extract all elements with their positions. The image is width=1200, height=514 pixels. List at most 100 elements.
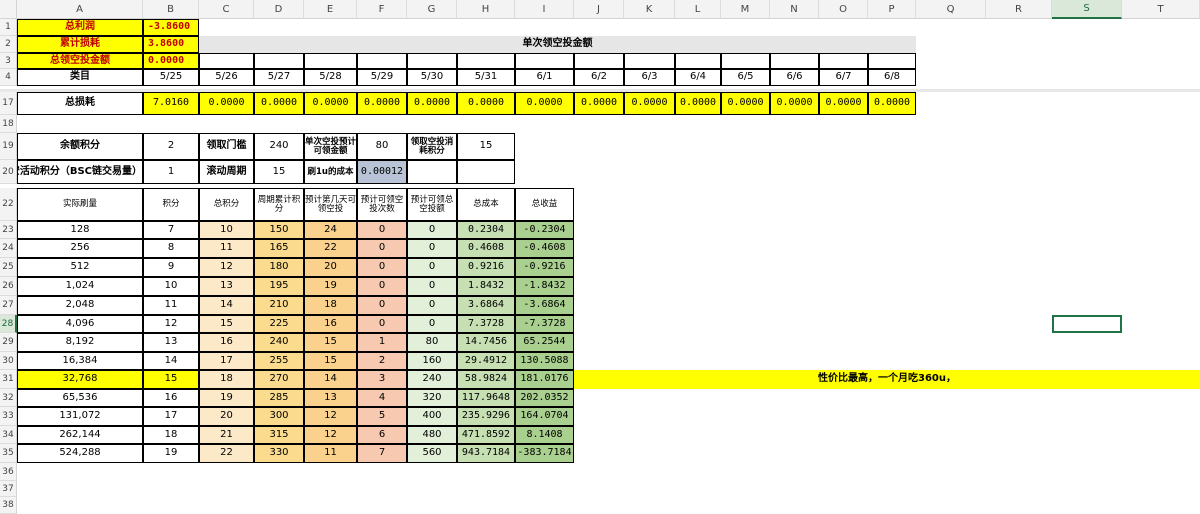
table-cell[interactable]: -3.6864 (515, 296, 574, 315)
claim-cost-points-value[interactable]: 15 (457, 133, 515, 160)
airdrop-cell[interactable] (199, 53, 254, 69)
column-header-e[interactable]: E (304, 0, 357, 19)
column-header-f[interactable]: F (357, 0, 407, 19)
total-loss-value[interactable]: 0.0000 (254, 92, 304, 115)
active-cell-cursor[interactable] (1052, 315, 1122, 333)
table-cell[interactable]: 15 (304, 352, 357, 370)
row-header-19[interactable]: 19 (0, 133, 17, 160)
table-cell[interactable]: 20 (304, 258, 357, 277)
airdrop-cell[interactable] (868, 53, 916, 69)
column-header-b[interactable]: B (143, 0, 199, 19)
row-header-20[interactable]: 20 (0, 160, 17, 184)
table-cell[interactable]: 150 (254, 221, 304, 239)
table-cell[interactable]: 0 (357, 296, 407, 315)
empty-cell[interactable] (407, 160, 457, 184)
select-all-corner[interactable] (0, 0, 17, 19)
table-cell[interactable]: 0 (357, 315, 407, 333)
total-loss-value[interactable]: 0.0000 (407, 92, 457, 115)
table-cell[interactable]: 4 (357, 389, 407, 407)
table-cell[interactable]: 65,536 (17, 389, 143, 407)
row-header-22[interactable]: 22 (0, 188, 17, 221)
balance-points-value[interactable]: 2 (143, 133, 199, 160)
total-loss-value[interactable]: 0.0000 (868, 92, 916, 115)
table-cell[interactable]: 21 (199, 426, 254, 444)
table-cell[interactable]: 1.8432 (457, 277, 515, 296)
total-loss-value[interactable]: 0.0000 (770, 92, 819, 115)
table-cell[interactable]: 58.9824 (457, 370, 515, 389)
total-loss-value[interactable]: 0.0000 (304, 92, 357, 115)
column-header-t[interactable]: T (1122, 0, 1200, 19)
total-loss-value[interactable]: 7.0160 (143, 92, 199, 115)
column-header-a[interactable]: A (17, 0, 143, 19)
total-loss-value[interactable]: 0.0000 (457, 92, 515, 115)
table-cell[interactable]: 285 (254, 389, 304, 407)
airdrop-cell[interactable] (407, 53, 457, 69)
table-cell[interactable]: 128 (17, 221, 143, 239)
table-cell[interactable]: 11 (199, 239, 254, 258)
table-cell[interactable]: 7 (357, 444, 407, 463)
row-header-34[interactable]: 34 (0, 426, 17, 444)
table-cell[interactable]: 12 (199, 258, 254, 277)
table-cell[interactable]: 560 (407, 444, 457, 463)
airdrop-cell[interactable] (770, 53, 819, 69)
table-cell[interactable]: 22 (304, 239, 357, 258)
table-cell[interactable]: 480 (407, 426, 457, 444)
table-cell[interactable]: 7 (143, 221, 199, 239)
rolling-period-value[interactable]: 15 (254, 160, 304, 184)
table-cell[interactable]: 512 (17, 258, 143, 277)
column-header-l[interactable]: L (675, 0, 721, 19)
table-cell[interactable]: 19 (304, 277, 357, 296)
table-cell[interactable]: 17 (199, 352, 254, 370)
table-cell[interactable]: 14 (304, 370, 357, 389)
table-cell[interactable]: 0.2304 (457, 221, 515, 239)
table-cell[interactable]: 256 (17, 239, 143, 258)
total-loss-value[interactable]: 0.0000 (199, 92, 254, 115)
table-cell[interactable]: 1 (357, 333, 407, 352)
table-cell[interactable]: 255 (254, 352, 304, 370)
table-cell[interactable]: 18 (304, 296, 357, 315)
table-cell[interactable]: 8,192 (17, 333, 143, 352)
row-header-17[interactable]: 17 (0, 92, 17, 115)
table-cell[interactable]: -383.7184 (515, 444, 574, 463)
table-cell[interactable]: 3.6864 (457, 296, 515, 315)
column-header-p[interactable]: P (868, 0, 916, 19)
table-cell[interactable]: 8 (143, 239, 199, 258)
row-header-3[interactable]: 3 (0, 53, 17, 69)
table-cell[interactable]: 10 (143, 277, 199, 296)
column-header-o[interactable]: O (819, 0, 868, 19)
table-cell[interactable]: 13 (304, 389, 357, 407)
table-cell[interactable]: 11 (143, 296, 199, 315)
table-cell[interactable]: 19 (143, 444, 199, 463)
total-loss-value[interactable]: 0.0000 (515, 92, 574, 115)
table-cell[interactable]: 160 (407, 352, 457, 370)
table-cell[interactable]: 181.0176 (515, 370, 574, 389)
table-cell[interactable]: -1.8432 (515, 277, 574, 296)
airdrop-cell[interactable] (254, 53, 304, 69)
column-header-c[interactable]: C (199, 0, 254, 19)
table-cell[interactable]: 0 (357, 277, 407, 296)
row-header-25[interactable]: 25 (0, 258, 17, 277)
table-cell[interactable]: 16,384 (17, 352, 143, 370)
row-header-30[interactable]: 30 (0, 352, 17, 370)
row-header-2[interactable]: 2 (0, 36, 17, 53)
total-loss-value[interactable]: 0.0000 (721, 92, 770, 115)
table-cell[interactable]: 943.7184 (457, 444, 515, 463)
table-cell[interactable]: 0 (357, 258, 407, 277)
table-cell[interactable]: -0.2304 (515, 221, 574, 239)
row-header-29[interactable]: 29 (0, 333, 17, 352)
table-cell[interactable]: -0.9216 (515, 258, 574, 277)
table-cell[interactable]: 10 (199, 221, 254, 239)
airdrop-cell[interactable] (357, 53, 407, 69)
empty-cell[interactable] (457, 160, 515, 184)
table-cell[interactable]: 0 (357, 221, 407, 239)
table-cell[interactable]: 225 (254, 315, 304, 333)
table-cell[interactable]: 400 (407, 407, 457, 426)
total-loss-value[interactable]: 0.0000 (624, 92, 675, 115)
table-cell[interactable]: 14 (199, 296, 254, 315)
table-cell[interactable]: 22 (199, 444, 254, 463)
table-cell[interactable]: 131,072 (17, 407, 143, 426)
airdrop-cell[interactable] (574, 53, 624, 69)
row-header-1[interactable]: 1 (0, 19, 17, 36)
table-cell[interactable]: 0 (357, 239, 407, 258)
table-cell[interactable]: 130.5088 (515, 352, 574, 370)
